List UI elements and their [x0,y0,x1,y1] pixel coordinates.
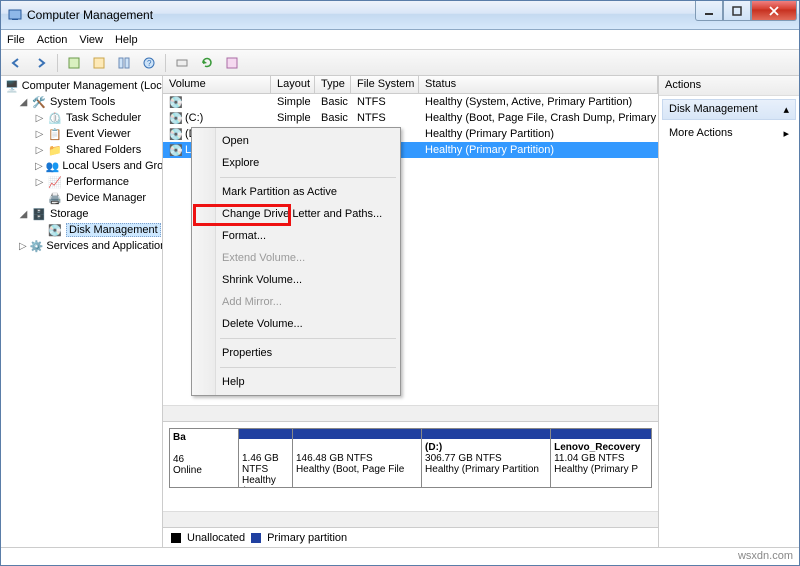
partition[interactable]: 146.48 GB NTFSHealthy (Boot, Page File [292,428,422,488]
computer-management-window: Computer Management File Action View Hel… [0,0,800,566]
window-title: Computer Management [27,8,153,22]
menu-file[interactable]: File [7,34,25,46]
disk-scroll[interactable] [163,511,658,527]
disk-graphical-view[interactable]: Ba 46 Online 1.46 GB NTFSHealthy (Syst 1… [163,421,658,511]
tree-disk-management[interactable]: 💽Disk Management [1,222,162,238]
volume-row[interactable]: 💽 SimpleBasicNTFSHealthy (System, Active… [163,94,658,110]
ctx-mark-active[interactable]: Mark Partition as Active [194,181,398,203]
toolbar: ? [1,50,799,76]
ctx-shrink[interactable]: Shrink Volume... [194,269,398,291]
context-menu: Open Explore Mark Partition as Active Ch… [191,127,401,396]
actions-title: Actions [659,76,799,96]
watermark: wsxdn.com [738,547,793,565]
menu-bar: File Action View Help [1,30,799,50]
toolbar-icon[interactable] [113,52,135,74]
scheduler-icon: ⏲️ [47,110,63,126]
volume-row[interactable]: 💽(C:) SimpleBasicNTFSHealthy (Boot, Page… [163,110,658,126]
menu-view[interactable]: View [79,34,103,46]
partition[interactable]: Lenovo_Recovery11.04 GB NTFSHealthy (Pri… [550,428,652,488]
storage-icon: 🗄️ [31,206,47,222]
ctx-delete[interactable]: Delete Volume... [194,313,398,335]
disk-icon: 💽 [47,222,63,238]
settings-icon[interactable] [221,52,243,74]
toolbar-icon[interactable] [171,52,193,74]
menu-help[interactable]: Help [115,34,138,46]
ctx-open[interactable]: Open [194,130,398,152]
device-manager-icon: 🖨️ [47,190,63,206]
actions-pane: Actions Disk Management▴ More Actions▸ [659,76,799,547]
legend: Unallocated Primary partition [163,527,658,547]
services-icon: ⚙️ [30,238,44,254]
collapse-icon: ▴ [783,103,789,116]
minimize-button[interactable] [695,1,723,21]
disk-header[interactable]: Ba 46 Online [169,428,239,488]
partition[interactable]: (D:)306.77 GB NTFSHealthy (Primary Parti… [421,428,551,488]
actions-category[interactable]: Disk Management▴ [662,99,796,120]
ctx-explore[interactable]: Explore [194,152,398,174]
navigation-tree[interactable]: 🖥️Computer Management (Local ◢🛠️System T… [1,76,163,547]
partition[interactable]: 1.46 GB NTFSHealthy (Syst [238,428,293,488]
performance-icon: 📈 [47,174,63,190]
back-button[interactable] [5,52,27,74]
toolbar-icon[interactable] [63,52,85,74]
event-viewer-icon: 📋 [47,126,63,142]
refresh-icon[interactable] [196,52,218,74]
ctx-properties[interactable]: Properties [194,342,398,364]
ctx-extend: Extend Volume... [194,247,398,269]
actions-more[interactable]: More Actions▸ [659,123,799,143]
svg-text:?: ? [147,59,152,68]
folder-icon: 📁 [47,142,63,158]
close-button[interactable] [751,1,797,21]
maximize-button[interactable] [723,1,751,21]
forward-button[interactable] [30,52,52,74]
computer-icon: 🖥️ [5,78,19,94]
users-icon: 👥 [46,158,60,174]
ctx-add-mirror: Add Mirror... [194,291,398,313]
volume-list-header[interactable]: Volume Layout Type File System Status [163,76,658,94]
volume-scroll[interactable] [163,405,658,421]
tools-icon: 🛠️ [31,94,47,110]
toolbar-icon[interactable] [88,52,110,74]
menu-action[interactable]: Action [37,34,68,46]
title-bar[interactable]: Computer Management [1,1,799,30]
ctx-change-letter[interactable]: Change Drive Letter and Paths... [194,203,398,225]
help-icon[interactable]: ? [138,52,160,74]
app-icon [7,7,23,23]
ctx-format[interactable]: Format... [194,225,398,247]
ctx-help[interactable]: Help [194,371,398,393]
